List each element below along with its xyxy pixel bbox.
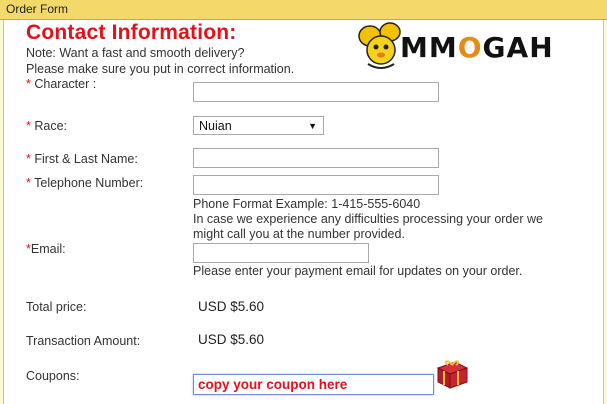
mouse-mascot-icon bbox=[358, 22, 401, 69]
coupon-input[interactable]: copy your coupon here bbox=[193, 374, 434, 395]
coupon-placeholder: copy your coupon here bbox=[198, 377, 348, 392]
phone-hint-3: might call you at the number provided. bbox=[193, 227, 405, 241]
name-label: * First & Last Name: bbox=[26, 152, 138, 166]
logo-text: MMOGAH bbox=[400, 31, 554, 64]
phone-input[interactable] bbox=[193, 175, 439, 195]
email-hint: Please enter your payment email for upda… bbox=[193, 264, 523, 278]
contact-heading: Contact Information: bbox=[26, 21, 237, 44]
coupons-label: Coupons: bbox=[26, 369, 80, 383]
gift-box-icon bbox=[436, 360, 469, 389]
phone-label: * Telephone Number: bbox=[26, 176, 144, 190]
race-select[interactable]: Nuian ▼ bbox=[193, 116, 324, 135]
character-input[interactable] bbox=[193, 82, 439, 102]
email-label: *Email: bbox=[26, 242, 66, 256]
race-selected-value: Nuian bbox=[199, 119, 232, 133]
race-label: * Race: bbox=[26, 119, 68, 133]
phone-hint-2: In case we experience any difficulties p… bbox=[193, 212, 543, 226]
name-input[interactable] bbox=[193, 148, 439, 168]
transaction-amount-value: USD $5.60 bbox=[198, 332, 265, 347]
character-label: * Character : bbox=[26, 77, 97, 91]
note-line-1: Note: Want a fast and smooth delivery? bbox=[26, 46, 245, 60]
email-input[interactable] bbox=[193, 243, 369, 263]
phone-hint-1: Phone Format Example: 1-415-555-6040 bbox=[193, 197, 421, 211]
window-titlebar: Order Form bbox=[0, 0, 607, 20]
window-title: Order Form bbox=[6, 2, 69, 16]
transaction-amount-label: Transaction Amount: bbox=[26, 334, 141, 348]
note-line-2: Please make sure you put in correct info… bbox=[26, 62, 295, 76]
chevron-down-icon: ▼ bbox=[308, 121, 317, 131]
total-price-label: Total price: bbox=[26, 300, 87, 314]
total-price-value: USD $5.60 bbox=[198, 299, 265, 314]
